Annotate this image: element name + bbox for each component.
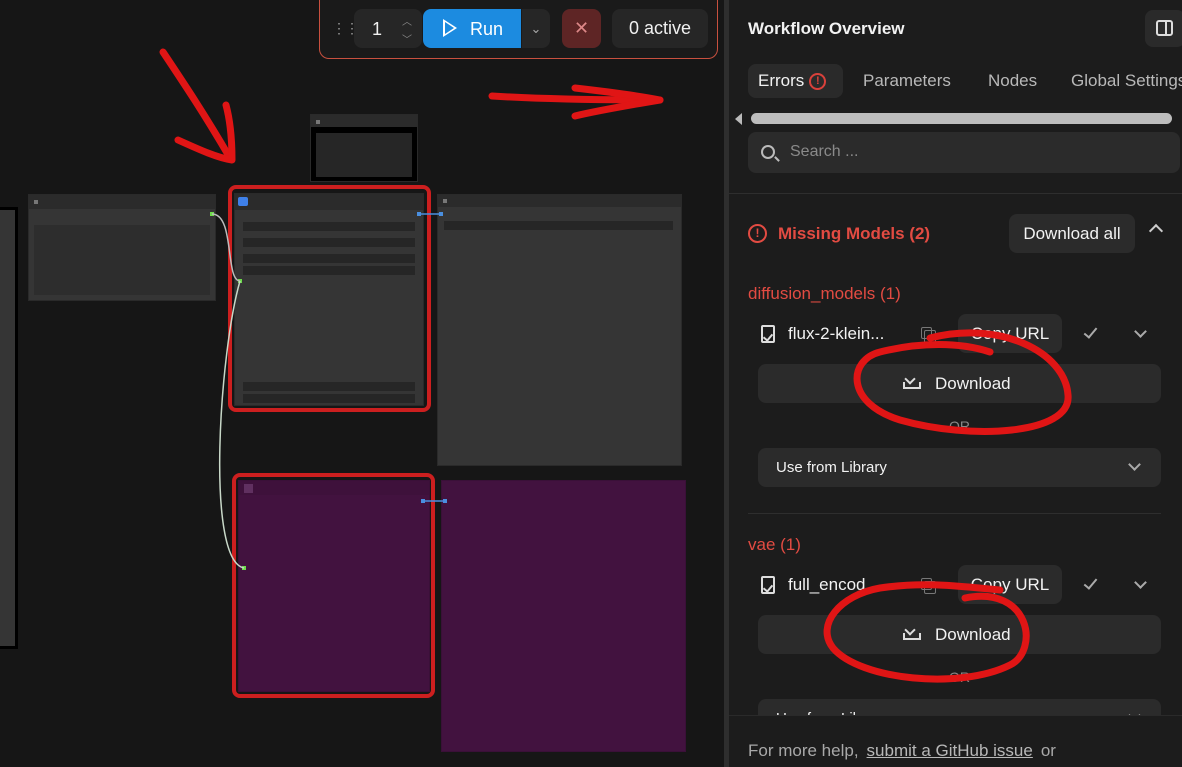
tab-nodes[interactable]: Nodes: [988, 64, 1037, 98]
error-circle-icon: !: [809, 73, 827, 90]
sidebar-toggle-icon: [1156, 20, 1173, 36]
or-separator: OR: [949, 418, 970, 434]
copy-url-button[interactable]: Copy URL: [958, 565, 1062, 604]
search-input[interactable]: [790, 140, 1170, 164]
run-options-chevron-down-icon[interactable]: ⌄: [522, 9, 550, 48]
node-links: [211, 213, 445, 569]
tab-errors-label: Errors: [758, 71, 805, 90]
library-select-label: Use from Library: [776, 459, 887, 476]
help-footer: For more help, submit a GitHub issue or: [729, 715, 1182, 767]
check-icon[interactable]: [1083, 575, 1098, 590]
copy-icon[interactable]: [921, 327, 936, 343]
run-button-label: Run: [470, 19, 504, 39]
sidebar-toggle-button[interactable]: [1145, 10, 1182, 47]
copy-url-button[interactable]: Copy URL: [958, 314, 1062, 353]
search-box[interactable]: [748, 132, 1180, 173]
run-toolbar: ⋮⋮ 1 ︿ ﹀ Run ⌄ ✕ 0 active: [319, 0, 718, 59]
graph-canvas[interactable]: ⋮⋮ 1 ︿ ﹀ Run ⌄ ✕ 0 active: [0, 0, 724, 767]
chevron-up-icon[interactable]: ︿: [402, 13, 412, 28]
tab-errors[interactable]: Errors!: [748, 64, 843, 98]
download-button[interactable]: Download: [758, 615, 1161, 654]
download-all-button[interactable]: Download all: [1009, 214, 1135, 253]
chevron-up-icon[interactable]: [1148, 223, 1164, 239]
workflow-overview-panel: Workflow Overview Errors! Parameters Nod…: [729, 0, 1182, 767]
download-icon: [903, 375, 921, 389]
footer-text-suffix: or: [1040, 741, 1056, 760]
footer-text: For more help,: [748, 741, 859, 760]
check-icon[interactable]: [1083, 324, 1098, 339]
use-from-library-select[interactable]: Use from Library: [758, 448, 1161, 487]
run-button[interactable]: Run: [423, 9, 521, 48]
play-icon: [443, 19, 457, 37]
scroll-left-icon[interactable]: [735, 113, 742, 125]
close-icon[interactable]: ✕: [562, 9, 601, 48]
chevron-down-icon[interactable]: ﹀: [402, 31, 412, 46]
tabs-scrollbar[interactable]: [735, 112, 1179, 126]
model-file-name: flux-2-klein...: [788, 324, 885, 343]
divider: [748, 513, 1161, 514]
file-check-icon: [761, 325, 775, 343]
missing-models-title: Missing Models (2): [778, 224, 931, 243]
scrollbar-thumb[interactable]: [751, 113, 1172, 124]
queue-count-stepper[interactable]: 1 ︿ ﹀: [354, 9, 422, 48]
queue-count-value: 1: [372, 19, 383, 39]
chevron-down-icon[interactable]: [1134, 325, 1147, 338]
download-button[interactable]: Download: [758, 364, 1161, 403]
model-category: vae (1): [748, 535, 801, 554]
chevron-down-icon: [1128, 458, 1141, 471]
divider: [729, 193, 1182, 194]
model-file-name: full_encod: [788, 575, 866, 594]
or-separator: OR: [949, 669, 970, 685]
panel-title: Workflow Overview: [748, 19, 905, 38]
search-icon: [761, 145, 775, 159]
download-button-label: Download: [935, 625, 1011, 644]
download-button-label: Download: [935, 374, 1011, 393]
model-category: diffusion_models (1): [748, 284, 901, 303]
github-issue-link[interactable]: submit a GitHub issue: [867, 741, 1033, 760]
chevron-down-icon[interactable]: [1134, 576, 1147, 589]
download-icon: [903, 626, 921, 640]
error-circle-icon: !: [748, 224, 767, 243]
file-check-icon: [761, 576, 775, 594]
active-queue-button[interactable]: 0 active: [612, 9, 708, 48]
tab-global-settings[interactable]: Global Settings: [1071, 64, 1182, 98]
tab-parameters[interactable]: Parameters: [863, 64, 951, 98]
copy-icon[interactable]: [921, 578, 936, 594]
